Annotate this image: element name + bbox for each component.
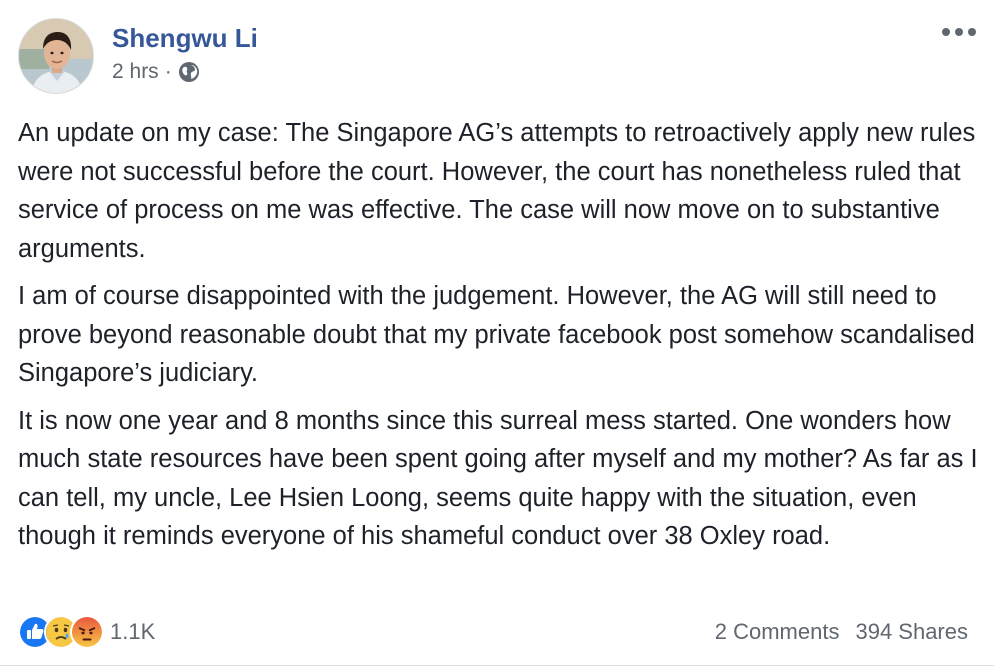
post-paragraph: It is now one year and 8 months since th… [18,406,978,551]
post-paragraph: I am of course disappointed with the jud… [18,282,975,387]
author-name[interactable]: Shengwu Li [112,22,258,54]
angry-reaction-icon [70,615,104,649]
facebook-post: Shengwu Li 2 hrs · An update on my case:… [0,0,994,666]
comments-count-link[interactable]: 2 Comments [715,619,840,645]
post-timestamp[interactable]: 2 hrs [112,58,159,86]
more-dot [942,28,950,36]
avatar-image [19,19,93,93]
avatar[interactable] [18,18,94,94]
more-options-icon[interactable] [942,22,976,42]
post-meta: Shengwu Li 2 hrs · [112,22,258,86]
shares-count-link[interactable]: 394 Shares [855,619,968,645]
more-dot [968,28,976,36]
more-dot [955,28,963,36]
post-body: An update on my case: The Singapore AG’s… [18,114,978,565]
post-footer: 1.1K 2 Comments 394 Shares [18,614,968,650]
post-subline: 2 hrs · [112,58,258,86]
globe-icon[interactable] [178,61,200,83]
post-paragraph: An update on my case: The Singapore AG’s… [18,119,976,263]
reaction-count: 1.1K [110,619,156,644]
reactions-summary[interactable]: 1.1K [18,615,155,649]
separator: · [164,60,172,83]
engagement-counts: 2 Comments 394 Shares [715,619,968,645]
post-header: Shengwu Li 2 hrs · [18,18,258,98]
